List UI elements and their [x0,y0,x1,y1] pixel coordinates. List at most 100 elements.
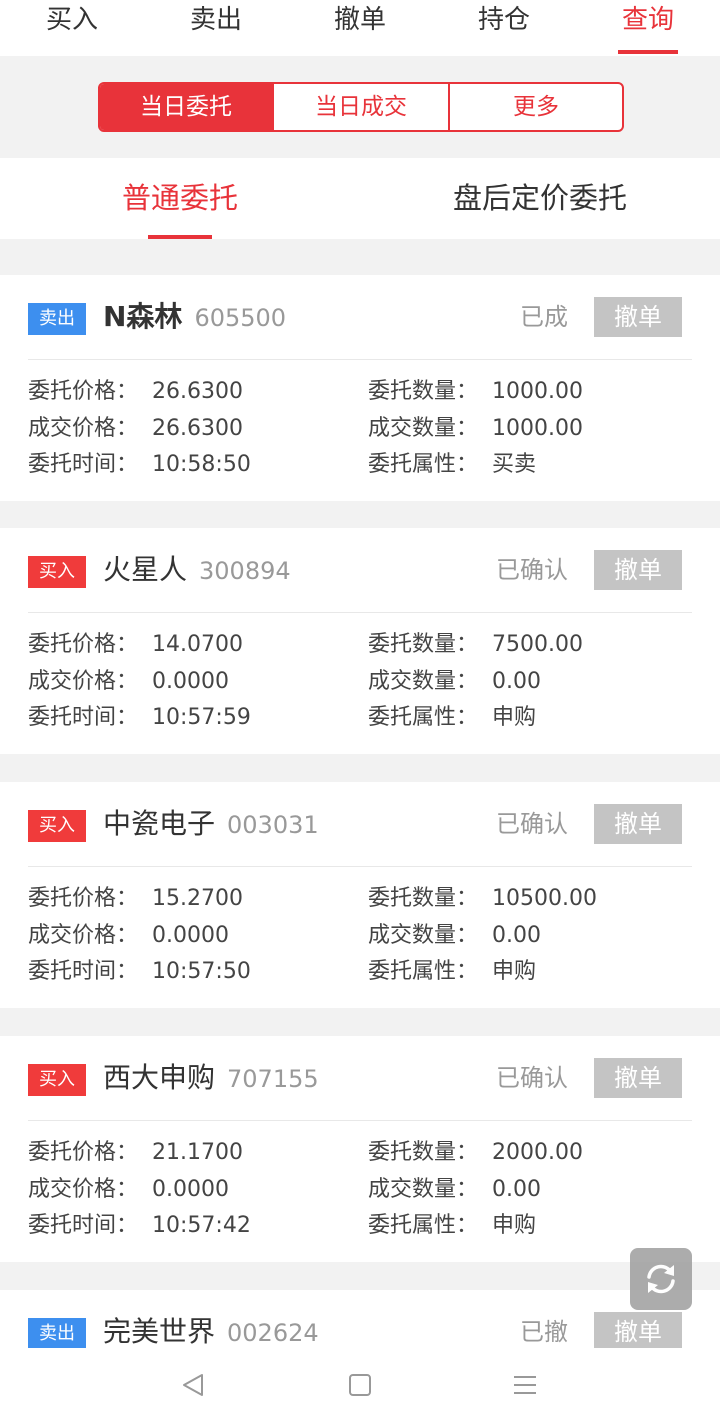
deal-price-field: 成交价格： 0.0000 [28,921,229,951]
segment-today-orders[interactable]: 当日委托 [100,84,272,130]
order-attr-value: 买卖 [492,452,537,477]
cancel-order-button[interactable]: 撤单 [594,1312,682,1352]
deal-qty-label: 成交数量： [368,416,479,441]
order-price-field: 委托价格： 26.6300 [28,377,243,407]
subtab-after-hours-order[interactable]: 盘后定价委托 [430,158,650,239]
tab-buy[interactable]: 买入 [0,0,144,56]
order-price-field: 委托价格： 15.2700 [28,884,243,914]
refresh-button[interactable] [630,1248,692,1310]
stock-name-text: N森林 [103,300,183,333]
order-attr-label: 委托属性： [368,959,479,984]
refresh-icon [647,1264,675,1294]
order-time-field: 委托时间： 10:57:50 [28,957,251,987]
tab-cancel-order[interactable]: 撤单 [288,0,432,56]
deal-price-label: 成交价格： [28,669,139,694]
tab-sell[interactable]: 卖出 [144,0,288,56]
active-subtab-underline [148,235,212,239]
stock-name-text: 中瓷电子 [103,807,216,840]
order-card[interactable]: 买入 中瓷电子 003031 已确认 撤单 委托价格： 15.2700 委托数量： 1… [0,782,720,1008]
order-time-value: 10:57:42 [152,1213,251,1238]
top-tab-bar: 买入 卖出 撤单 持仓 查询 [0,0,720,56]
stock-name-text: 完美世界 [103,1315,216,1348]
divider [28,612,692,613]
deal-price-field: 成交价格： 0.0000 [28,667,229,697]
order-price-value: 14.0700 [152,632,243,657]
order-attr-value: 申购 [492,705,537,730]
deal-qty-label: 成交数量： [368,1177,479,1202]
side-badge: 卖出 [28,303,86,335]
deal-price-field: 成交价格： 0.0000 [28,1175,229,1205]
deal-price-value: 26.6300 [152,416,243,441]
order-card[interactable]: 买入 西大申购 707155 已确认 撤单 委托价格： 21.1700 委托数量： 2… [0,1036,720,1262]
order-price-value: 15.2700 [152,886,243,911]
deal-qty-label: 成交数量： [368,669,479,694]
cancel-order-button[interactable]: 撤单 [594,297,682,337]
order-qty-field: 委托数量： 1000.00 [368,377,583,407]
order-status: 已确认 [496,810,568,838]
order-attr-field: 委托属性： 申购 [368,957,536,987]
deal-qty-field: 成交数量： 0.00 [368,921,541,951]
menu-lines-icon[interactable] [510,1370,540,1400]
order-time-value: 10:57:50 [152,959,251,984]
deal-price-value: 0.0000 [152,669,229,694]
side-badge: 买入 [28,1064,86,1096]
deal-price-value: 0.0000 [152,1177,229,1202]
order-attr-label: 委托属性： [368,452,479,477]
deal-qty-value: 0.00 [492,669,541,694]
tab-positions[interactable]: 持仓 [432,0,576,56]
order-time-field: 委托时间： 10:57:59 [28,703,251,733]
order-card[interactable]: 买入 火星人 300894 已确认 撤单 委托价格： 14.0700 委托数量： 75… [0,528,720,754]
order-attr-label: 委托属性： [368,705,479,730]
stock-name: 火星人 300894 [103,550,291,591]
order-qty-field: 委托数量： 7500.00 [368,630,583,660]
order-attr-value: 申购 [492,1213,537,1238]
cancel-order-button[interactable]: 撤单 [594,550,682,590]
deal-price-label: 成交价格： [28,923,139,948]
tab-query-label: 查询 [621,5,674,35]
order-qty-label: 委托数量： [368,1140,479,1165]
order-qty-value: 2000.00 [492,1140,583,1165]
order-qty-value: 1000.00 [492,379,583,404]
order-qty-label: 委托数量： [368,379,479,404]
order-card[interactable]: 卖出 N森林 605500 已成 撤单 委托价格： 26.6300 委托数量： 100… [0,275,720,501]
order-type-tabs: 普通委托 盘后定价委托 [0,158,720,239]
order-qty-field: 委托数量： 2000.00 [368,1138,583,1168]
order-attr-field: 委托属性： 申购 [368,703,536,733]
segment-area: 当日委托 当日成交 更多 [0,56,720,158]
order-price-field: 委托价格： 14.0700 [28,630,243,660]
back-triangle-icon[interactable] [178,1370,208,1400]
cancel-order-button[interactable]: 撤单 [594,1058,682,1098]
order-qty-label: 委托数量： [368,886,479,911]
order-price-label: 委托价格： [28,1140,139,1165]
order-time-label: 委托时间： [28,959,139,984]
order-time-label: 委托时间： [28,1213,139,1238]
deal-price-field: 成交价格： 26.6300 [28,414,243,444]
stock-code: 003031 [227,811,319,839]
home-square-icon[interactable] [345,1370,375,1400]
tab-query[interactable]: 查询 [576,0,720,56]
segment-more[interactable]: 更多 [448,84,622,130]
segmented-control: 当日委托 当日成交 更多 [98,82,624,132]
divider [28,359,692,360]
order-qty-value: 10500.00 [492,886,597,911]
subtab-normal-order-label: 普通委托 [121,181,238,215]
order-time-label: 委托时间： [28,452,139,477]
deal-price-label: 成交价格： [28,1177,139,1202]
order-time-field: 委托时间： 10:58:50 [28,450,251,480]
stock-name: 完美世界 002624 [103,1312,319,1353]
active-tab-underline [618,50,678,54]
subtab-normal-order[interactable]: 普通委托 [100,158,260,239]
segment-today-deals[interactable]: 当日成交 [272,84,448,130]
stock-name-text: 火星人 [103,553,188,586]
deal-qty-value: 1000.00 [492,416,583,441]
order-qty-value: 7500.00 [492,632,583,657]
order-status: 已确认 [496,1064,568,1092]
order-status: 已撤 [520,1318,568,1346]
order-price-value: 21.1700 [152,1140,243,1165]
deal-qty-field: 成交数量： 1000.00 [368,414,583,444]
cancel-order-button[interactable]: 撤单 [594,804,682,844]
deal-price-label: 成交价格： [28,416,139,441]
order-qty-field: 委托数量： 10500.00 [368,884,597,914]
deal-qty-field: 成交数量： 0.00 [368,667,541,697]
side-badge: 卖出 [28,1318,86,1350]
